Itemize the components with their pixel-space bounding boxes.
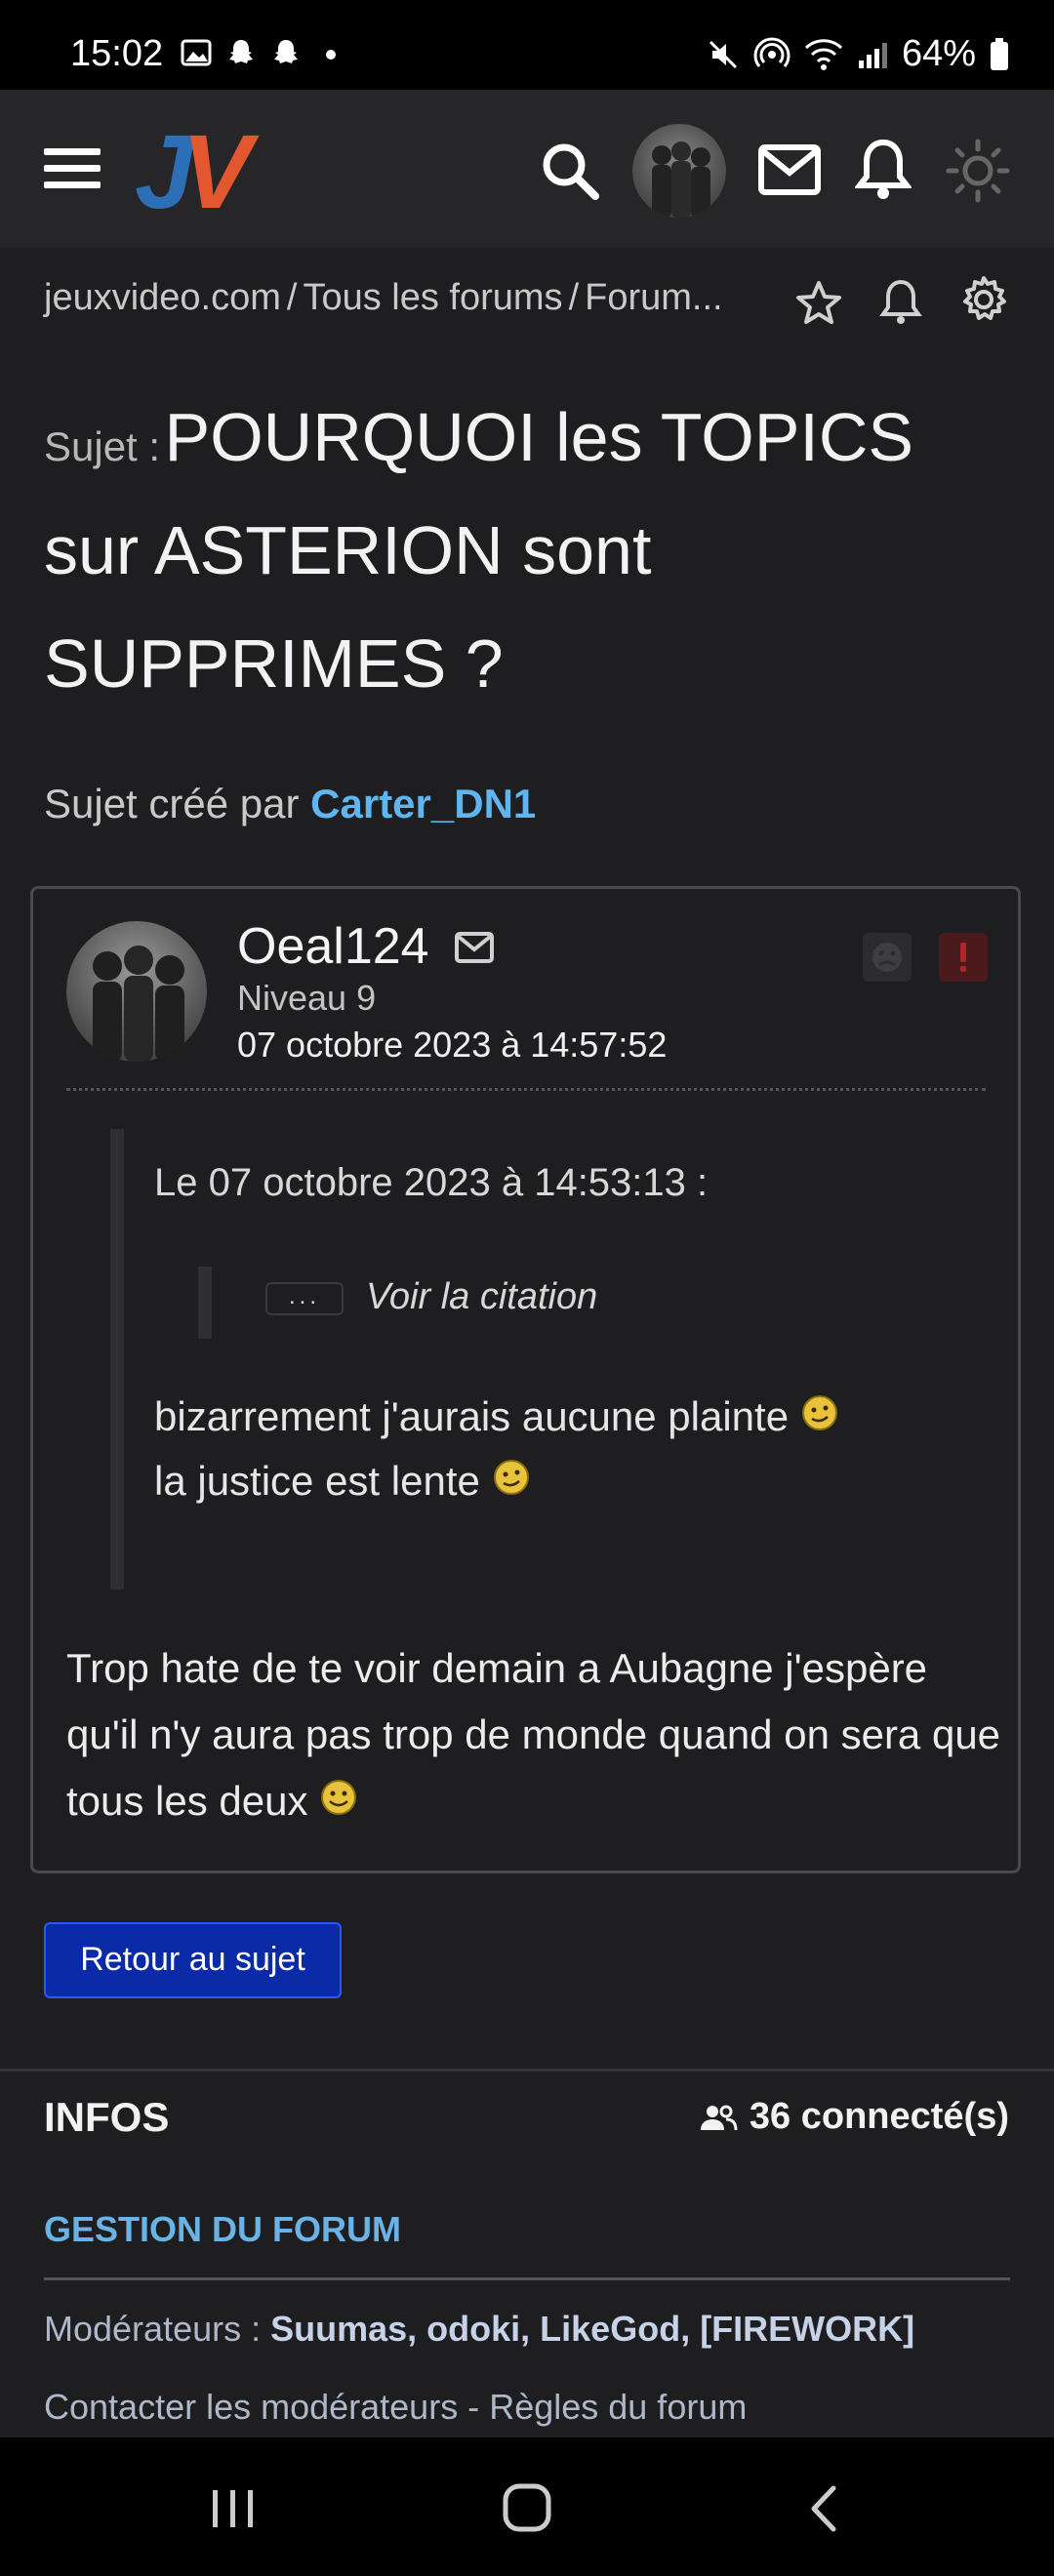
menu-icon[interactable] xyxy=(44,148,101,198)
mail-icon[interactable] xyxy=(454,931,495,964)
theme-icon[interactable] xyxy=(946,139,1010,203)
smiley-icon xyxy=(801,1395,837,1430)
search-icon[interactable] xyxy=(539,140,601,202)
subject-label: Sujet : xyxy=(44,423,161,469)
signal-icon xyxy=(858,42,887,68)
home-icon[interactable] xyxy=(502,2482,552,2533)
connected-count: 36 connecté(s) xyxy=(699,2096,1009,2138)
smiley-icon xyxy=(493,1460,529,1495)
quote-bar xyxy=(110,1129,124,1590)
snapchat-icon xyxy=(274,40,298,63)
creator-link[interactable]: Carter_DN1 xyxy=(310,781,536,826)
battery-level: 64% xyxy=(901,33,976,74)
quote-line: bizarrement j'aurais aucune plainte xyxy=(154,1393,839,1440)
breadcrumb-home[interactable]: jeuxvideo.com xyxy=(44,277,281,318)
android-nav-bar xyxy=(0,2437,1054,2576)
expand-quote-button[interactable]: ... xyxy=(265,1282,344,1315)
retour-button[interactable]: Retour au sujet xyxy=(44,1922,342,1998)
gear-icon[interactable] xyxy=(959,275,1008,324)
breadcrumb-all-forums[interactable]: Tous les forums xyxy=(303,277,562,318)
star-icon[interactable] xyxy=(795,279,842,326)
jv-logo[interactable]: JV xyxy=(135,119,252,224)
post-date[interactable]: 07 octobre 2023 à 14:57:52 xyxy=(237,1025,667,1066)
page-title: Sujet : POURQUOI les TOPICS sur ASTERION… xyxy=(44,390,1010,730)
infos-heading: INFOS xyxy=(44,2094,170,2140)
wifi-icon xyxy=(804,38,842,70)
gestion-heading: GESTION DU FORUM xyxy=(44,2209,401,2249)
back-icon[interactable] xyxy=(804,2484,843,2533)
voir-citation-link[interactable]: Voir la citation xyxy=(366,1276,597,1318)
users-icon xyxy=(700,2105,738,2130)
post-body: Trop hate de te voir demain a Aubagne j'… xyxy=(66,1645,1001,1824)
section-divider xyxy=(0,2069,1054,2072)
mute-icon xyxy=(709,40,737,68)
status-bar: 15:02 64% xyxy=(0,0,1054,90)
avatar[interactable] xyxy=(632,124,726,218)
moderators-list[interactable]: Suumas, odoki, LikeGod, [FIREWORK] xyxy=(270,2309,914,2349)
quote-header: Le 07 octobre 2023 à 14:53:13 : xyxy=(154,1161,709,1204)
status-time: 15:02 xyxy=(70,33,164,74)
blacklist-icon[interactable] xyxy=(863,933,912,982)
recents-icon[interactable] xyxy=(209,2486,258,2531)
topic-creator: Sujet créé par Carter_DN1 xyxy=(44,781,537,826)
post-divider xyxy=(66,1088,986,1091)
post-author[interactable]: Oeal124 xyxy=(237,917,429,976)
contact-moderators-link[interactable]: Contacter les modérateurs xyxy=(44,2387,458,2427)
snapchat-icon xyxy=(229,40,253,63)
hotspot-icon xyxy=(753,37,790,67)
quote-line: la justice est lente xyxy=(154,1458,531,1505)
forum-rules-link[interactable]: Règles du forum xyxy=(489,2387,747,2427)
smiley-icon xyxy=(321,1780,357,1815)
contact-line: Contacter les modérateurs - Règles du fo… xyxy=(44,2387,748,2427)
report-icon[interactable] xyxy=(939,933,988,982)
author-avatar[interactable] xyxy=(66,921,207,1062)
bell-icon[interactable] xyxy=(855,137,912,201)
author-level: Niveau 9 xyxy=(237,978,377,1018)
battery-icon xyxy=(991,37,1008,70)
moderators-line: Modérateurs : Suumas, odoki, LikeGod, [F… xyxy=(44,2309,915,2349)
breadcrumb: jeuxvideo.com / Tous les forums / Forum... xyxy=(44,277,723,318)
topic-title: POURQUOI les TOPICS sur ASTERION sont SU… xyxy=(44,399,914,702)
breadcrumb-forum[interactable]: Forum... xyxy=(585,277,722,318)
nested-quote-bar xyxy=(198,1267,212,1339)
dot-icon xyxy=(326,50,336,60)
image-icon xyxy=(181,39,212,66)
bell-icon[interactable] xyxy=(878,277,923,326)
gestion-divider xyxy=(44,2277,1010,2280)
mail-icon[interactable] xyxy=(757,141,822,200)
